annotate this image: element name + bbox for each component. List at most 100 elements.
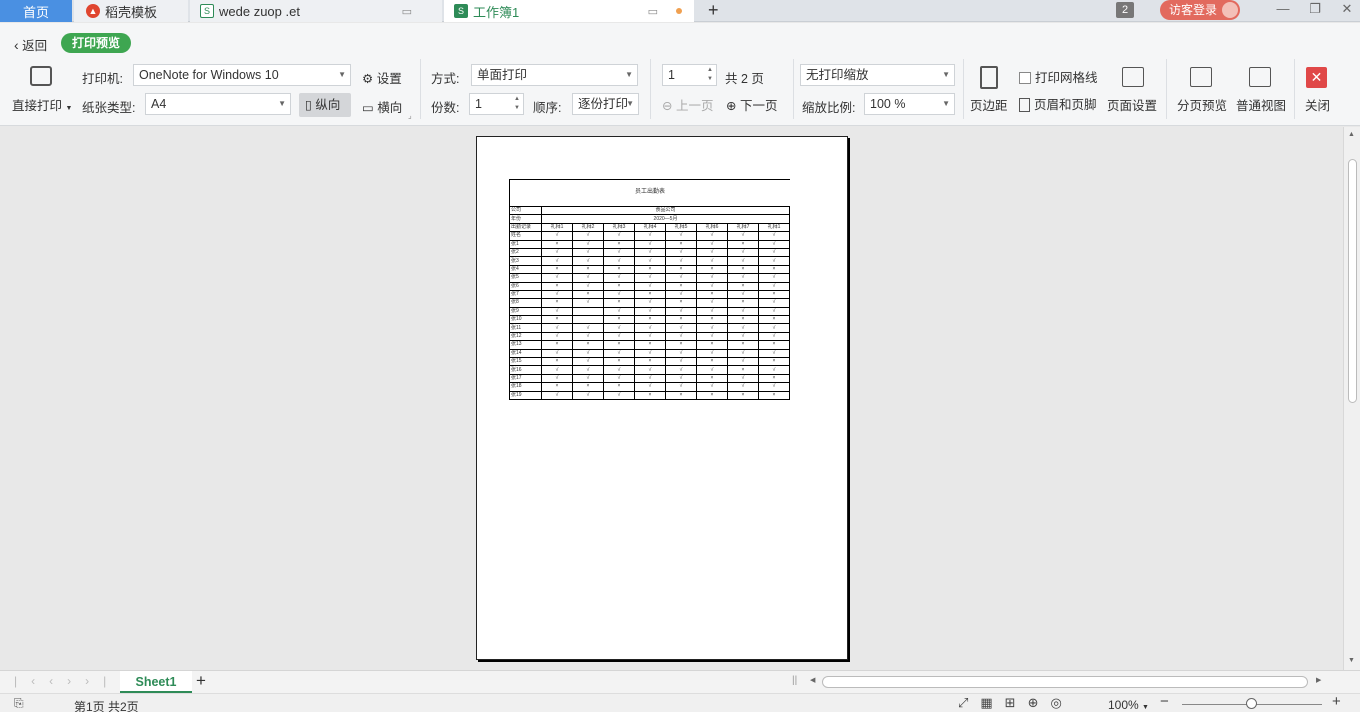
company-value: 食品公司 — [541, 205, 790, 216]
portrait-icon: ▯ — [305, 98, 312, 112]
paper-options-expand-icon[interactable]: ⌟ — [408, 111, 412, 120]
attendance-mark: √ — [572, 273, 604, 283]
attendance-mark: × — [758, 340, 790, 350]
attendance-mark: × — [541, 264, 573, 275]
table-row: 张6 × √ × √ × √ × √ — [509, 281, 790, 291]
direct-print-button[interactable]: 直接打印 ▼ — [12, 95, 72, 114]
table-row: 张11 √ √ √ √ √ √ √ √ — [509, 323, 790, 333]
add-sheet-button[interactable]: + — [196, 671, 206, 691]
status-zoom-value[interactable]: 100% ▼ — [1108, 698, 1149, 712]
checkbox-icon — [1019, 72, 1031, 84]
macro-record-icon[interactable]: ⎘ — [14, 696, 24, 711]
view-mode-icons[interactable]: ⤢▦⊞⊕◎ — [958, 695, 1074, 711]
attendance-mark: √ — [572, 239, 604, 249]
restore-icon[interactable]: ❐ — [1302, 0, 1328, 20]
employee-name: 张15 — [509, 357, 542, 367]
window-count-badge[interactable]: 2 — [1116, 2, 1134, 18]
paper-type-select[interactable]: A4 ▼ — [145, 93, 291, 115]
attendance-mark: × — [758, 264, 790, 275]
attendance-mark: × — [634, 315, 666, 325]
attendance-mark: × — [696, 315, 728, 325]
arrow-left-circle-icon: ⊖ — [662, 99, 673, 113]
zoom-slider-handle[interactable] — [1246, 698, 1257, 709]
settings-label: 设置 — [376, 72, 402, 86]
attendance-mark: × — [541, 315, 573, 325]
printer-select[interactable]: OneNote for Windows 10 ▼ — [133, 64, 351, 86]
zoom-in-icon[interactable]: + — [1332, 693, 1341, 710]
attendance-mark: × — [603, 264, 635, 275]
page-setup-icon[interactable] — [1122, 67, 1144, 87]
sheet-tab-sheet1[interactable]: Sheet1 — [120, 671, 192, 693]
page-break-preview-icon[interactable] — [1190, 67, 1212, 87]
guest-login-button[interactable]: 访客登录 — [1160, 0, 1240, 20]
normal-view-button[interactable]: 普通视图 — [1236, 95, 1286, 114]
close-preview-button[interactable]: 关闭 — [1305, 95, 1330, 114]
page-break-preview-button[interactable]: 分页预览 — [1177, 95, 1227, 114]
printer-settings-button[interactable]: ⚙ 设置 — [362, 68, 402, 87]
day-header: 礼拜7 — [727, 222, 759, 233]
tab-workbook1[interactable]: S 工作簿1 ▭ — [444, 0, 694, 22]
print-preview-badge: 打印预览 — [61, 33, 132, 53]
attendance-mark: √ — [634, 298, 666, 308]
attendance-mark: √ — [634, 247, 666, 258]
copies-value: 1 — [475, 97, 482, 111]
attendance-mark: √ — [541, 390, 573, 401]
scroll-left-icon[interactable]: ◀ — [810, 676, 815, 684]
print-gridlines-checkbox[interactable]: 打印网格线 — [1019, 67, 1098, 86]
page-setup-button[interactable]: 页面设置 — [1107, 95, 1157, 114]
attendance-mark: √ — [758, 281, 790, 291]
tab-daoke-templates[interactable]: ▲ 稻壳模板 — [74, 0, 188, 22]
attendance-mark: × — [541, 340, 573, 350]
landscape-button[interactable]: ▭ 横向 — [362, 97, 402, 116]
close-preview-icon[interactable]: ✕ — [1306, 67, 1327, 88]
attendance-mark: √ — [572, 281, 604, 291]
prev-page-button[interactable]: ⊖ 上一页 — [662, 95, 713, 114]
attendance-mark: × — [541, 281, 573, 291]
table-row: 张17 √ √ √ √ √ × √ × — [509, 373, 790, 384]
print-scaling-select[interactable]: 无打印缩放 ▼ — [800, 64, 955, 86]
horizontal-scroll-thumb[interactable] — [822, 676, 1308, 688]
split-handle-icon[interactable]: || — [792, 675, 797, 686]
page-margins-button[interactable]: 页边距 — [970, 95, 1008, 114]
print-mode-select[interactable]: 单面打印 ▼ — [471, 64, 638, 86]
attendance-mark: √ — [541, 256, 573, 266]
month-label: 年份 — [509, 214, 542, 224]
tab-wede-file[interactable]: S wede zuop .et ▭ — [190, 0, 442, 22]
attendance-mark: √ — [696, 323, 728, 333]
new-tab-button[interactable]: + — [708, 0, 719, 20]
printer-icon[interactable] — [30, 66, 52, 86]
page-number-stepper[interactable]: 1 ▲ ▼ — [662, 64, 717, 86]
zoom-out-icon[interactable]: − — [1160, 693, 1169, 710]
print-order-select[interactable]: 逐份打印 ▼ — [572, 93, 639, 115]
print-mode-label: 方式: — [431, 72, 460, 86]
vertical-scrollbar[interactable]: ▲ ▼ — [1343, 127, 1360, 670]
copies-stepper[interactable]: 1 ▲ ▼ — [469, 93, 524, 115]
employee-name: 张2 — [509, 247, 542, 258]
day-header: 礼拜2 — [572, 222, 604, 233]
attendance-mark: √ — [758, 323, 790, 333]
vertical-scroll-thumb[interactable] — [1348, 159, 1357, 403]
attendance-mark: √ — [665, 256, 697, 266]
back-button[interactable]: ‹ 返回 — [14, 35, 47, 54]
attendance-mark: × — [758, 315, 790, 325]
horizontal-scrollbar[interactable]: ◀ ▶ — [808, 676, 1328, 689]
portrait-button[interactable]: ▯ 纵向 — [299, 93, 351, 117]
sheet-nav-icons[interactable]: |‹‹››| — [14, 674, 120, 688]
tab-home[interactable]: 首页 — [0, 0, 72, 22]
zoom-ratio-label: 缩放比例: — [802, 101, 856, 115]
page-margins-icon[interactable] — [980, 66, 998, 89]
stepper-arrows-icon[interactable]: ▲ ▼ — [514, 95, 520, 113]
scroll-down-icon[interactable]: ▼ — [1348, 657, 1355, 664]
toolbar-divider — [963, 59, 964, 119]
scroll-up-icon[interactable]: ▲ — [1348, 131, 1355, 138]
normal-view-icon[interactable] — [1249, 67, 1271, 87]
minimize-icon[interactable]: — — [1270, 0, 1296, 20]
next-page-button[interactable]: ⊕ 下一页 — [726, 95, 777, 114]
header-footer-button[interactable]: 页眉和页脚 — [1019, 94, 1097, 113]
scroll-right-icon[interactable]: ▶ — [1316, 676, 1321, 684]
close-window-icon[interactable]: ✕ — [1334, 0, 1360, 20]
stepper-arrows-icon[interactable]: ▲ ▼ — [707, 66, 713, 84]
screen-icon[interactable]: ▭ — [648, 5, 658, 18]
zoom-ratio-select[interactable]: 100 % ▼ — [864, 93, 955, 115]
screen-icon[interactable]: ▭ — [402, 5, 412, 18]
